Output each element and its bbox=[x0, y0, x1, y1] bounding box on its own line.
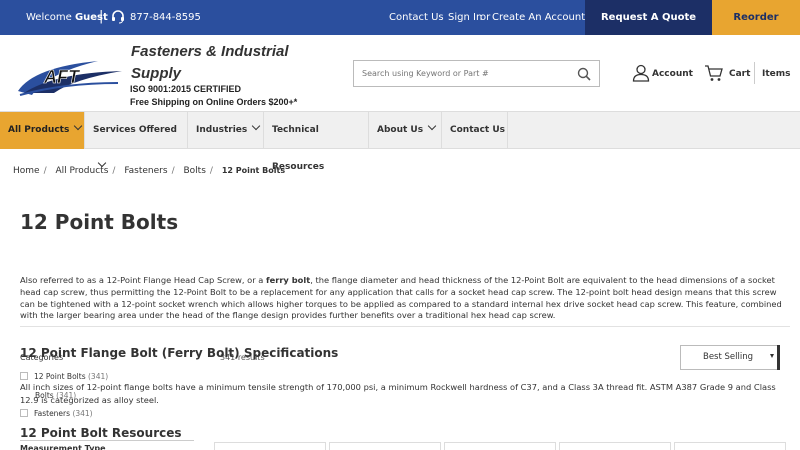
facet-count: (341) bbox=[88, 372, 109, 381]
reorder-button[interactable]: Reorder bbox=[712, 0, 800, 35]
divider bbox=[20, 326, 790, 327]
category-facet[interactable]: Fasteners (341) bbox=[20, 409, 93, 418]
nav-label: Technical Resources bbox=[272, 125, 325, 172]
account-link[interactable]: Account bbox=[652, 69, 693, 79]
caret-down-icon bbox=[770, 354, 774, 358]
breadcrumb-separator: / bbox=[171, 166, 175, 176]
chevron-down-icon bbox=[252, 121, 261, 131]
headset-icon bbox=[112, 10, 124, 24]
product-card[interactable] bbox=[214, 442, 326, 450]
breadcrumb-bolts[interactable]: Bolts bbox=[184, 166, 206, 176]
category-facet[interactable]: 12 Point Bolts (341) bbox=[20, 372, 108, 381]
sort-select-edge bbox=[777, 345, 780, 370]
svg-text:AFT: AFT bbox=[43, 67, 81, 87]
checkbox[interactable] bbox=[20, 409, 28, 417]
breadcrumb-all-products[interactable]: All Products bbox=[56, 166, 109, 176]
sort-select[interactable]: Best Selling bbox=[680, 345, 778, 370]
spec-paragraph: All inch sizes of 12-point flange bolts … bbox=[20, 382, 776, 405]
welcome-message: Welcome Guest bbox=[26, 12, 108, 23]
cart-icon[interactable] bbox=[704, 64, 724, 82]
nav-technical-resources[interactable]: Technical Resources bbox=[264, 112, 369, 172]
nav-services-offered[interactable]: Services Offered bbox=[85, 112, 188, 168]
cart-link[interactable]: Cart bbox=[729, 69, 750, 79]
breadcrumb-separator: / bbox=[209, 166, 213, 176]
nav-label: All Products bbox=[8, 125, 70, 135]
spec-heading: 12 Point Flange Bolt (Ferry Bolt) Specif… bbox=[20, 346, 339, 360]
resources-heading: 12 Point Bolt Resources bbox=[20, 426, 182, 440]
account-icon[interactable] bbox=[632, 64, 650, 82]
facet-count: (341) bbox=[72, 409, 93, 418]
breadcrumb: Home / All Products / Fasteners / Bolts/ 12… bbox=[13, 166, 289, 176]
sign-in-link[interactable]: Sign In bbox=[448, 12, 482, 23]
certification-text: ISO 9001:2015 CERTIFIED bbox=[130, 84, 242, 94]
main-nav: All Products Services Offered Industries… bbox=[0, 112, 800, 172]
breadcrumb-home[interactable]: Home bbox=[13, 166, 40, 176]
intro-text: Also referred to as a 12-Point Flange He… bbox=[20, 275, 267, 285]
nav-industries[interactable]: Industries bbox=[188, 112, 264, 149]
breadcrumb-separator: / bbox=[43, 166, 47, 176]
sort-selected-value: Best Selling bbox=[703, 352, 754, 362]
nav-label: About Us bbox=[377, 125, 424, 135]
contact-us-link[interactable]: Contact Us bbox=[389, 12, 444, 23]
breadcrumb-current: 12 Point Bolts bbox=[221, 166, 286, 175]
chevron-down-icon bbox=[74, 121, 83, 131]
brand-line-1: Fasteners & Industrial bbox=[131, 43, 289, 60]
phone-link[interactable]: 877-844-8595 bbox=[130, 12, 201, 23]
product-card[interactable] bbox=[444, 442, 556, 450]
nav-label: Industries bbox=[196, 125, 248, 135]
search-icon[interactable] bbox=[577, 67, 591, 81]
breadcrumb-fasteners[interactable]: Fasteners bbox=[124, 166, 167, 176]
measurement-type-filter[interactable]: Measurement Type bbox=[20, 444, 106, 450]
or-text: or bbox=[480, 12, 491, 23]
create-account-link[interactable]: Create An Account bbox=[492, 12, 585, 23]
facet-label: 12 Point Bolts bbox=[34, 372, 86, 381]
cart-items-count[interactable]: Items bbox=[762, 69, 791, 79]
product-card[interactable] bbox=[559, 442, 671, 450]
divider bbox=[20, 440, 194, 441]
search-box bbox=[353, 60, 600, 87]
intro-paragraph: Also referred to as a 12-Point Flange He… bbox=[20, 275, 790, 322]
facet-label: Fasteners bbox=[34, 409, 71, 418]
checkbox[interactable] bbox=[20, 372, 28, 380]
page-title: 12 Point Bolts bbox=[20, 210, 179, 234]
nav-contact-us[interactable]: Contact Us bbox=[442, 112, 508, 149]
header-divider bbox=[754, 62, 755, 84]
chevron-down-icon bbox=[427, 121, 437, 131]
separator: | bbox=[99, 9, 104, 24]
search-input[interactable] bbox=[354, 61, 569, 86]
aft-logo[interactable]: AFT bbox=[14, 53, 126, 97]
request-quote-button[interactable]: Request A Quote bbox=[585, 0, 712, 35]
welcome-label: Welcome bbox=[26, 12, 72, 23]
product-card[interactable] bbox=[674, 442, 786, 450]
brand-name: Fasteners & Industrial Supply bbox=[131, 41, 331, 85]
nav-label: Contact Us bbox=[450, 125, 506, 135]
site-header: AFT Fasteners & Industrial Supply ISO 90… bbox=[0, 35, 800, 112]
breadcrumb-separator: / bbox=[112, 166, 116, 176]
shipping-text: Free Shipping on Online Orders $200+* bbox=[130, 97, 298, 107]
intro-bold-term: ferry bolt bbox=[266, 275, 311, 285]
product-card[interactable] bbox=[329, 442, 441, 450]
nav-about-us[interactable]: About Us bbox=[369, 112, 442, 149]
brand-line-2: Supply bbox=[131, 65, 182, 82]
nav-all-products[interactable]: All Products bbox=[0, 112, 85, 149]
nav-label: Services Offered bbox=[93, 125, 177, 135]
top-utility-bar: Welcome Guest | 877-844-8595 Contact Us … bbox=[0, 0, 800, 35]
